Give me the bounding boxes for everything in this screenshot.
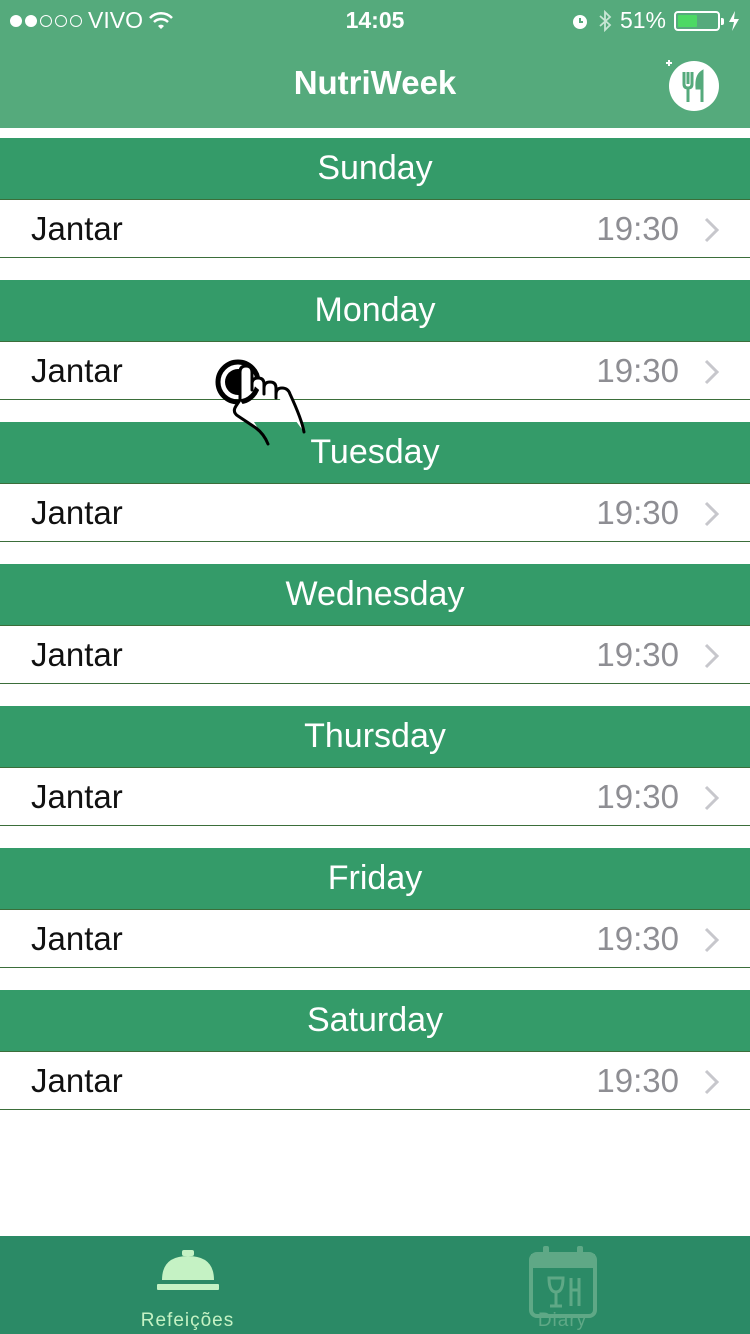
chevron-right-icon [704,501,720,527]
meal-name: Jantar [31,636,123,673]
meal-name: Jantar [31,920,123,957]
meal-row[interactable]: Jantar 19:30 [0,199,750,258]
tab-bar: Refeições Diary [0,1236,750,1334]
day-section: Friday Jantar 19:30 [0,838,750,980]
navigation-bar: NutriWeek [0,40,750,128]
meal-row[interactable]: Jantar 19:30 [0,625,750,684]
chevron-right-icon [704,785,720,811]
day-section: Thursday Jantar 19:30 [0,696,750,838]
meal-time: 19:30 [596,1062,679,1099]
chevron-right-icon [704,217,720,243]
day-header: Monday [0,280,750,341]
meal-time: 19:30 [596,494,679,531]
tab-label: Refeições [140,1310,235,1331]
chevron-right-icon [704,927,720,953]
meal-time: 19:30 [596,636,679,673]
meal-time: 19:30 [596,778,679,815]
tab-diary[interactable]: Diary [375,1236,750,1334]
charging-bolt-icon [729,10,739,31]
chevron-right-icon [704,359,720,385]
day-section: Wednesday Jantar 19:30 [0,554,750,696]
day-header: Sunday [0,138,750,199]
fork-knife-icon [666,60,719,111]
day-section: Tuesday Jantar 19:30 [0,412,750,554]
battery-icon [674,10,724,31]
calendar-dining-icon [528,1246,597,1318]
meal-name: Jantar [31,778,123,815]
meal-name: Jantar [31,210,123,247]
day-header: Thursday [0,706,750,767]
weekly-meal-list: Sunday Jantar 19:30 Monday Jantar 19:30 … [0,128,750,1122]
meal-row[interactable]: Jantar 19:30 [0,341,750,400]
alarm-icon [572,14,587,29]
restaurant-menu-button[interactable] [664,56,720,112]
meal-name: Jantar [31,352,123,389]
day-header: Saturday [0,990,750,1051]
day-header: Tuesday [0,422,750,483]
day-header: Friday [0,848,750,909]
day-section: Sunday Jantar 19:30 [0,128,750,270]
meal-name: Jantar [31,1062,123,1099]
meal-row[interactable]: Jantar 19:30 [0,767,750,826]
meal-time: 19:30 [596,210,679,247]
day-section: Monday Jantar 19:30 [0,270,750,412]
tab-label: Diary [537,1310,588,1331]
tab-refeicoes[interactable]: Refeições [0,1236,375,1334]
day-section: Saturday Jantar 19:30 [0,980,750,1122]
chevron-right-icon [704,1069,720,1095]
service-bell-icon [156,1250,219,1290]
tap-hand-icon [215,359,306,446]
day-header: Wednesday [0,564,750,625]
battery-percent: 51% [619,7,666,33]
status-right: 51% [570,7,740,34]
bluetooth-icon [599,9,612,32]
meal-row[interactable]: Jantar 19:30 [0,1051,750,1110]
meal-row[interactable]: Jantar 19:30 [0,483,750,542]
page-title: NutriWeek [293,64,457,101]
meal-row[interactable]: Jantar 19:30 [0,909,750,968]
meal-time: 19:30 [596,920,679,957]
meal-time: 19:30 [596,352,679,389]
meal-name: Jantar [31,494,123,531]
status-bar: VIVO 14:05 51% [0,0,750,40]
chevron-right-icon [704,643,720,669]
